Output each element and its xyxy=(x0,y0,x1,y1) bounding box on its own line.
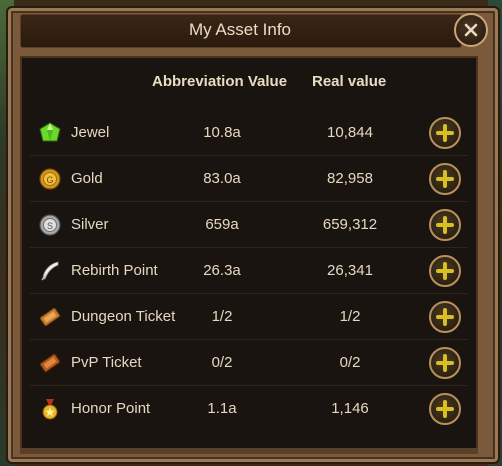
add-silver-button[interactable] xyxy=(429,209,461,241)
asset-real-value: 10,844 xyxy=(327,124,373,141)
dungeon-ticket-icon xyxy=(39,307,61,327)
asset-row-dungeon-ticket: Dungeon Ticket 1/2 1/2 xyxy=(22,294,476,340)
plus-icon xyxy=(436,216,454,234)
header-real-value: Real value xyxy=(312,73,387,90)
asset-real-value: 1/2 xyxy=(339,308,361,325)
dialog-title: My Asset Info xyxy=(188,20,292,39)
add-gold-button[interactable] xyxy=(429,163,461,195)
add-rebirth-point-button[interactable] xyxy=(429,255,461,287)
asset-real-value: 0/2 xyxy=(339,354,361,371)
dialog-bottom-edge xyxy=(20,448,478,454)
add-jewel-button[interactable] xyxy=(429,117,461,149)
asset-name: Dungeon Ticket xyxy=(71,308,176,325)
asset-name: Silver xyxy=(71,216,109,233)
asset-abbreviation-value: 659a xyxy=(205,216,239,233)
asset-row-silver: S Silver 659a 659,312 xyxy=(22,202,476,248)
plus-icon xyxy=(436,262,454,280)
white-feather-icon xyxy=(41,261,59,281)
asset-name: Rebirth Point xyxy=(71,262,158,279)
asset-name: Gold xyxy=(71,170,103,187)
plus-icon xyxy=(436,354,454,372)
plus-icon xyxy=(436,308,454,326)
asset-abbreviation-value: 10.8a xyxy=(203,124,241,141)
asset-real-value: 82,958 xyxy=(327,170,373,187)
header-abbreviation-value: Abbreviation Value xyxy=(152,73,288,90)
silver-coin-icon: S xyxy=(39,214,61,236)
honor-medal-icon xyxy=(42,399,58,420)
asset-abbreviation-value: 26.3a xyxy=(203,262,241,279)
asset-row-pvp-ticket: PvP Ticket 0/2 0/2 xyxy=(22,340,476,386)
close-button[interactable] xyxy=(454,13,488,47)
add-honor-point-button[interactable] xyxy=(429,393,461,425)
asset-row-gold: G Gold 83.0a 82,958 xyxy=(22,156,476,202)
table-header: Abbreviation Value Real value xyxy=(22,58,476,110)
asset-abbreviation-value: 0/2 xyxy=(211,354,233,371)
gold-coin-icon: G xyxy=(39,168,61,190)
asset-name: PvP Ticket xyxy=(71,354,142,371)
asset-name: Honor Point xyxy=(71,400,151,417)
asset-abbreviation-value: 1/2 xyxy=(211,308,233,325)
asset-row-jewel: Jewel 10.8a 10,844 xyxy=(22,110,476,156)
asset-real-value: 659,312 xyxy=(322,216,378,233)
add-pvp-ticket-button[interactable] xyxy=(429,347,461,379)
asset-row-honor-point: Honor Point 1.1a 1,146 xyxy=(22,386,476,432)
green-gem-icon xyxy=(39,122,61,142)
asset-real-value: 1,146 xyxy=(331,400,369,417)
asset-name: Jewel xyxy=(71,124,110,141)
asset-abbreviation-value: 1.1a xyxy=(207,400,237,417)
add-dungeon-ticket-button[interactable] xyxy=(429,301,461,333)
asset-table: Abbreviation Value Real value Jewel 10.8… xyxy=(20,56,478,450)
plus-icon xyxy=(436,170,454,188)
close-x-icon xyxy=(464,23,478,37)
plus-icon xyxy=(436,124,454,142)
svg-text:S: S xyxy=(47,221,53,231)
svg-text:G: G xyxy=(46,175,53,185)
asset-real-value: 26,341 xyxy=(327,262,373,279)
asset-abbreviation-value: 83.0a xyxy=(203,170,241,187)
pvp-ticket-icon xyxy=(39,353,61,373)
asset-row-rebirth-point: Rebirth Point 26.3a 26,341 xyxy=(22,248,476,294)
plus-icon xyxy=(436,400,454,418)
